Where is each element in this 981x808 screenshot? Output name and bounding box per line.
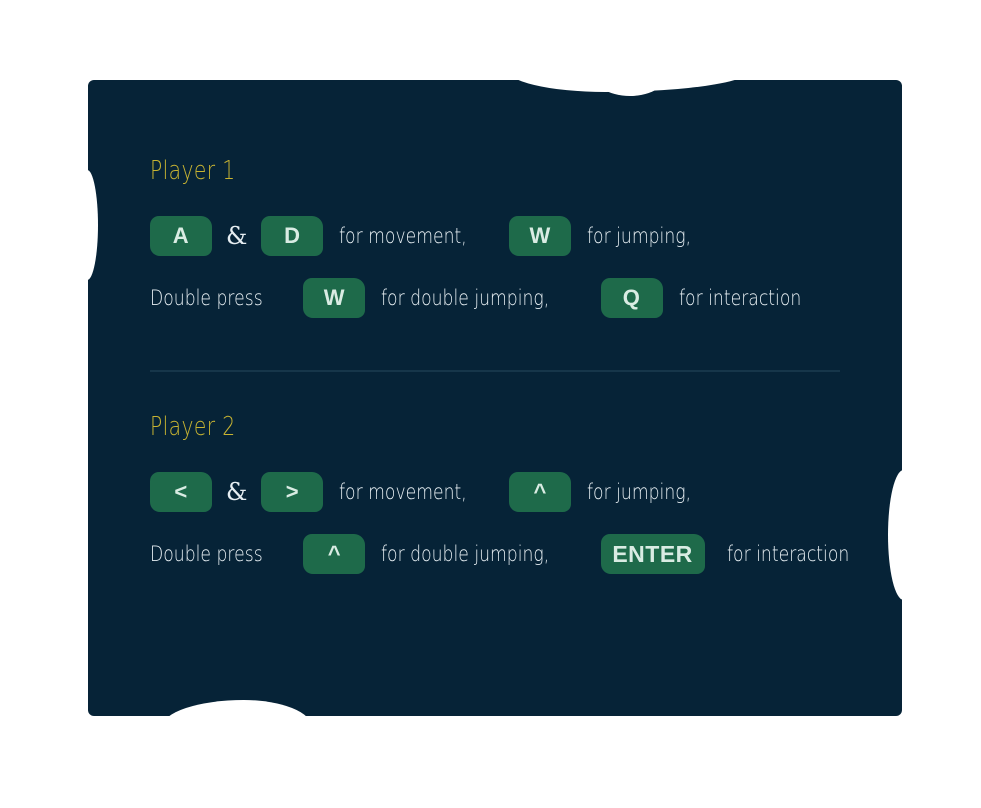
ampersand: & (226, 478, 248, 506)
player-2-action-row: Double press ^ for double jumping, ENTER… (150, 532, 850, 576)
movement-text: for movement, (339, 224, 468, 248)
double-press-text: Double press (150, 542, 263, 566)
jump-text: for jumping, (587, 480, 692, 504)
section-divider (150, 370, 840, 372)
double-jump-text: for double jumping, (381, 286, 550, 310)
ampersand: & (226, 222, 248, 250)
player-1-action-row: Double press W for double jumping, Q for… (150, 276, 850, 320)
torn-edge-right (888, 470, 914, 600)
interaction-text: for interaction (678, 286, 801, 310)
key-left-arrow: < (150, 472, 212, 512)
key-up-double: ^ (303, 534, 366, 574)
key-w-jump: W (509, 216, 572, 256)
player-2-section: Player 2 < & > for movement, ^ for jumpi… (150, 404, 850, 576)
player-2-movement-row: < & > for movement, ^ for jumping, (150, 470, 850, 514)
key-a: A (150, 216, 212, 256)
player-1-section: Player 1 A & D for movement, W for jumpi… (150, 148, 850, 320)
key-enter: ENTER (600, 534, 705, 574)
key-d: D (261, 216, 324, 256)
player-1-movement-row: A & D for movement, W for jumping, (150, 214, 850, 258)
key-up-jump: ^ (509, 472, 572, 512)
key-q: Q (600, 278, 663, 318)
key-right-arrow: > (261, 472, 324, 512)
key-w-double: W (303, 278, 366, 318)
movement-text: for movement, (339, 480, 468, 504)
interaction-text: for interaction (726, 542, 849, 566)
double-jump-text: for double jumping, (381, 542, 550, 566)
double-press-text: Double press (150, 286, 263, 310)
player-2-title: Player 2 (150, 412, 236, 442)
player-1-title: Player 1 (150, 156, 236, 186)
jump-text: for jumping, (587, 224, 692, 248)
